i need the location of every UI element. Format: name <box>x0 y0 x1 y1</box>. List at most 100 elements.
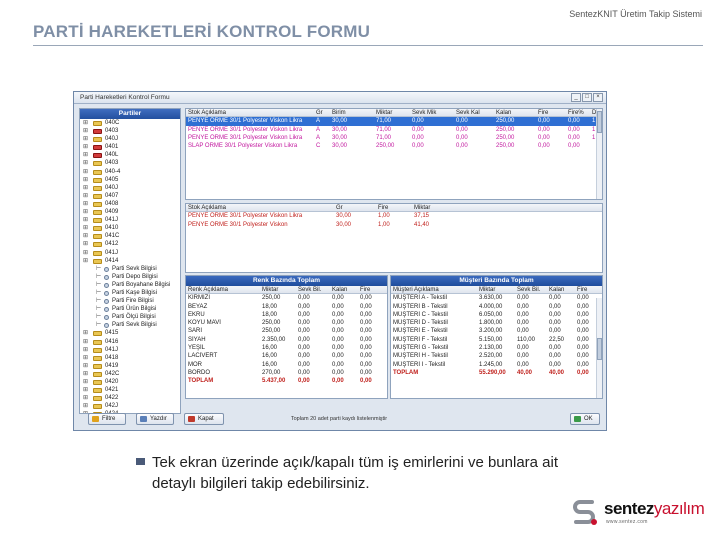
column-header[interactable]: Gr <box>334 204 374 212</box>
column-header[interactable]: Kalan <box>330 286 356 294</box>
tree-party-item[interactable]: ⊞ 0401 <box>80 143 180 151</box>
tree-party-item[interactable]: ⊞ 0414 <box>80 257 180 265</box>
expand-icon[interactable]: ⊞ <box>83 127 91 135</box>
stock-movement-grid[interactable]: Stok Açıklama Gr Birim Miktar Sevk Mik Sevk K… <box>185 108 603 200</box>
column-header[interactable]: Miktar <box>477 286 513 294</box>
expand-icon[interactable]: ⊞ <box>83 362 91 370</box>
table-row[interactable]: MÜŞTERİ C - Tekstil 6.050,00 0,00 0,00 0,00 <box>391 311 602 319</box>
expand-icon[interactable]: ⊞ <box>83 240 91 248</box>
tree-party-item[interactable]: ⊞ 040J <box>80 184 180 192</box>
tree-party-item[interactable]: ⊞ 0403 <box>80 159 180 167</box>
expand-icon[interactable]: ⊞ <box>83 119 91 127</box>
customer-grid-scroll-thumb[interactable] <box>597 338 602 360</box>
expand-icon[interactable]: ⊞ <box>83 208 91 216</box>
table-row[interactable]: EKRU 18,00 0,00 0,00 0,00 <box>186 311 387 319</box>
tree-party-item[interactable]: ⊞ 0420 <box>80 378 180 386</box>
tree-party-item[interactable]: ⊞ 040J <box>80 135 180 143</box>
expand-icon[interactable]: ⊞ <box>83 151 91 159</box>
expand-icon[interactable]: ⊢ <box>96 321 104 329</box>
table-row[interactable]: KIRMIZI 250,00 0,00 0,00 0,00 <box>186 294 387 302</box>
expand-icon[interactable]: ⊞ <box>83 200 91 208</box>
tree-party-item[interactable]: ⊞ 041J <box>80 346 180 354</box>
table-row[interactable]: PENYE ÖRME 30/1 Polyester Viskon Likra A 3… <box>186 117 602 126</box>
tree-child-item[interactable]: ⊢ Parti Ölçü Bilgisi <box>80 313 180 321</box>
column-header[interactable]: Miktar <box>412 204 452 212</box>
column-header[interactable]: Fire% <box>566 109 588 117</box>
tree-party-item[interactable]: ⊞ 042C <box>80 370 180 378</box>
expand-icon[interactable]: ⊞ <box>83 192 91 200</box>
tree-party-item[interactable]: ⊞ 0422 <box>80 394 180 402</box>
column-header[interactable]: Miktar <box>374 109 408 117</box>
table-row[interactable]: MÜŞTERİ F - Tekstil 5.150,00 110,00 22,50 0,… <box>391 336 602 344</box>
expand-icon[interactable]: ⊞ <box>83 338 91 346</box>
column-header[interactable]: Kalan <box>547 286 573 294</box>
expand-icon[interactable]: ⊞ <box>83 232 91 240</box>
column-header[interactable]: Stok Açıklama <box>186 109 312 117</box>
tree-party-item[interactable]: ⊞ 040L <box>80 151 180 159</box>
table-row[interactable]: PENYE ÖRME 30/1 Polyester Viskon Likra A 3… <box>186 126 602 134</box>
column-header[interactable]: Renk Açıklama <box>186 286 258 294</box>
column-header[interactable]: Stok Açıklama <box>186 204 332 212</box>
tree-child-item[interactable]: ⊢ Parti Ürün Bilgisi <box>80 305 180 313</box>
tree-party-item[interactable]: ⊞ 040C <box>80 119 180 127</box>
table-row[interactable]: MÜŞTERİ E - Tekstil 3.200,00 0,00 0,00 0,00 <box>391 327 602 335</box>
table-row[interactable]: SLAP ÖRME 30/1 Polyester Viskon Likra C 30… <box>186 142 602 150</box>
tree-child-item[interactable]: ⊢ Parti Kaşe Bilgisi <box>80 289 180 297</box>
tree-party-item[interactable]: ⊞ 0410 <box>80 224 180 232</box>
table-row[interactable]: TOPLAM 55.290,00 40,00 40,00 0,00 <box>391 369 602 377</box>
tree-party-item[interactable]: ⊞ 041J <box>80 216 180 224</box>
expand-icon[interactable]: ⊞ <box>83 176 91 184</box>
table-row[interactable]: MOR 16,00 0,00 0,00 0,00 <box>186 361 387 369</box>
table-row[interactable]: MÜŞTERİ B - Tekstil 4.000,00 0,00 0,00 0,00 <box>391 303 602 311</box>
table-row[interactable]: MÜŞTERİ H - Tekstil 2.520,00 0,00 0,00 0,00 <box>391 352 602 360</box>
table-row[interactable]: SİYAH 2.350,00 0,00 0,00 0,00 <box>186 336 387 344</box>
close-window-button[interactable]: × <box>593 93 603 102</box>
expand-icon[interactable]: ⊞ <box>83 224 91 232</box>
expand-icon[interactable]: ⊢ <box>96 281 104 289</box>
column-header[interactable]: Kalan <box>494 109 534 117</box>
column-header[interactable]: Fire <box>358 286 386 294</box>
expand-icon[interactable]: ⊞ <box>83 184 91 192</box>
expand-icon[interactable]: ⊞ <box>83 354 91 362</box>
table-row[interactable]: PENYE ÖRME 30/1 Polyester Viskon Likra A 3… <box>186 134 602 142</box>
expand-icon[interactable]: ⊢ <box>96 297 104 305</box>
table-row[interactable]: PENYE ÖRME 30/1 Polyester Viskon Likra 30… <box>186 212 602 220</box>
print-button[interactable]: Yazdır <box>136 413 174 425</box>
expand-icon[interactable]: ⊞ <box>83 216 91 224</box>
column-header[interactable]: Müşteri Açıklama <box>391 286 475 294</box>
customer-grid-scrollbar[interactable] <box>596 298 602 398</box>
close-button[interactable]: Kapat <box>184 413 224 425</box>
table-row[interactable]: MÜŞTERİ D - Tekstil 1.800,00 0,00 0,00 0,00 <box>391 319 602 327</box>
tree-party-item[interactable]: ⊞ 0418 <box>80 354 180 362</box>
expand-icon[interactable]: ⊢ <box>96 313 104 321</box>
table-row[interactable]: MÜŞTERİ G - Tekstil 2.130,00 0,00 0,00 0,00 <box>391 344 602 352</box>
expand-icon[interactable]: ⊞ <box>83 329 91 337</box>
tree-party-item[interactable]: ⊞ 041J <box>80 249 180 257</box>
expand-icon[interactable]: ⊢ <box>96 289 104 297</box>
filter-button[interactable]: Filtre <box>88 413 126 425</box>
table-row[interactable]: YEŞİL 16,00 0,00 0,00 0,00 <box>186 344 387 352</box>
tree-party-item[interactable]: ⊞ 0421 <box>80 386 180 394</box>
expand-icon[interactable]: ⊞ <box>83 378 91 386</box>
expand-icon[interactable]: ⊞ <box>83 249 91 257</box>
color-total-grid[interactable]: Renk Bazında Toplam Renk Açıklama Miktar Se… <box>185 275 388 399</box>
expand-icon[interactable]: ⊞ <box>83 346 91 354</box>
column-header[interactable]: Fire <box>575 286 597 294</box>
expand-icon[interactable]: ⊞ <box>83 257 91 265</box>
customer-total-grid[interactable]: Müşteri Bazında Toplam Müşteri Açıklama Mi… <box>390 275 603 399</box>
tree-party-item[interactable]: ⊞ 0403 <box>80 127 180 135</box>
column-header[interactable]: Birim <box>330 109 372 117</box>
expand-icon[interactable]: ⊞ <box>83 135 91 143</box>
expand-icon[interactable]: ⊞ <box>83 168 91 176</box>
expand-icon[interactable]: ⊢ <box>96 265 104 273</box>
table-row[interactable]: BORDO 270,00 0,00 0,00 0,00 <box>186 369 387 377</box>
tree-party-item[interactable]: ⊞ 0407 <box>80 192 180 200</box>
tree-party-item[interactable]: ⊞ 041C <box>80 232 180 240</box>
top-grid-scrollbar[interactable] <box>596 109 602 199</box>
table-row[interactable]: KOYU MAVİ 250,00 0,00 0,00 0,00 <box>186 319 387 327</box>
consumption-grid[interactable]: Stok Açıklama Gr Fire Miktar PENYE ÖRME 30/1… <box>185 203 603 273</box>
expand-icon[interactable]: ⊢ <box>96 273 104 281</box>
column-header[interactable]: Gr <box>314 109 328 117</box>
tree-party-item[interactable]: ⊞ 0412 <box>80 240 180 248</box>
expand-icon[interactable]: ⊞ <box>83 402 91 410</box>
